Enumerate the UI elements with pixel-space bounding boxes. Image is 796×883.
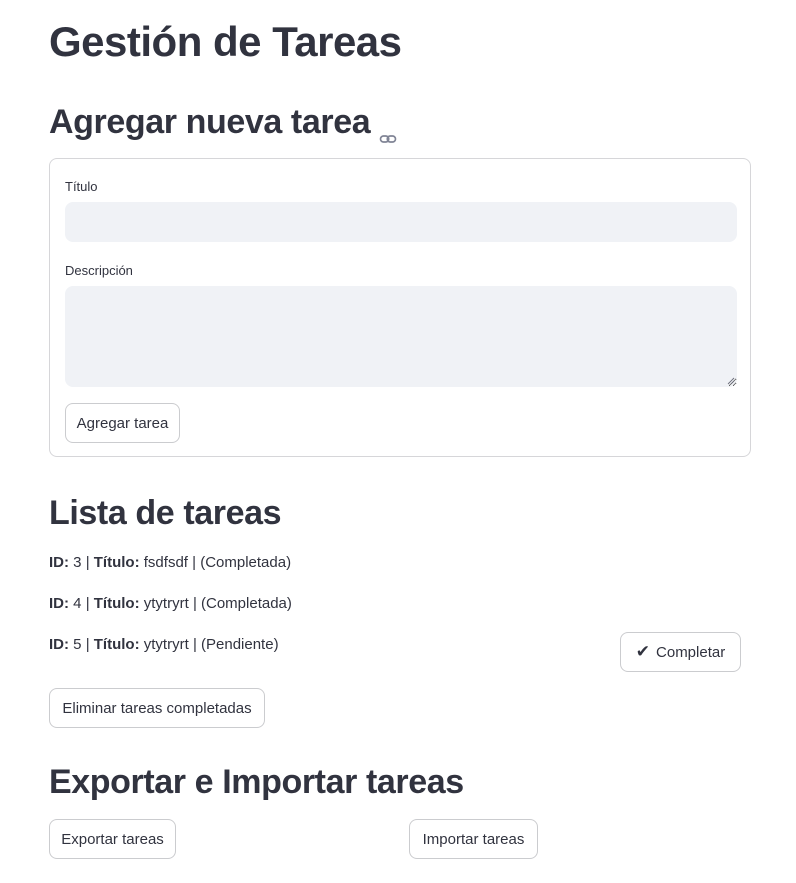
task-id: 3 — [73, 554, 82, 571]
add-task-button[interactable]: Agregar tarea — [65, 403, 180, 443]
add-task-heading: Agregar nueva tarea — [49, 100, 397, 144]
task-title: ytytryrt — [143, 636, 189, 653]
link-icon[interactable] — [379, 115, 397, 143]
task-separator: | — [192, 636, 197, 653]
task-title: ytytryrt — [143, 595, 189, 612]
task-separator: | — [85, 595, 90, 612]
task-id-label: ID: — [49, 554, 69, 571]
description-field-label: Descripción — [65, 263, 133, 278]
task-separator: | — [85, 554, 90, 571]
resize-grip-icon[interactable] — [727, 377, 735, 385]
export-tasks-button[interactable]: Exportar tareas — [49, 819, 176, 859]
task-title-label: Título: — [93, 636, 140, 653]
page-title: Gestión de Tareas — [49, 18, 402, 65]
task-separator: | — [192, 595, 197, 612]
task-id-label: ID: — [49, 595, 69, 612]
task-status: (Pendiente) — [201, 636, 279, 653]
task-separator: | — [192, 554, 197, 571]
delete-completed-button[interactable]: Eliminar tareas completadas — [49, 688, 265, 728]
task-id: 4 — [73, 595, 82, 612]
task-id-label: ID: — [49, 636, 69, 653]
task-status: (Completada) — [200, 554, 292, 571]
task-title-label: Título: — [93, 595, 140, 612]
title-input[interactable] — [65, 202, 737, 242]
complete-task-button[interactable]: ✔ Completar — [620, 632, 741, 672]
add-task-form: Título Descripción Agregar tarea — [49, 158, 751, 457]
task-status: (Completada) — [201, 595, 292, 612]
task-row: ID: 5 | Título: ytytryrt | (Pendiente) — [49, 634, 279, 656]
description-textarea[interactable] — [65, 286, 737, 387]
check-icon: ✔ — [635, 642, 651, 661]
task-list-heading: Lista de tareas — [49, 494, 282, 532]
task-row: ID: 3 | Título: fsdfsdf | (Completada) — [49, 552, 291, 574]
title-field-label: Título — [65, 179, 98, 194]
task-title: fsdfsdf — [143, 554, 188, 571]
export-import-heading: Exportar e Importar tareas — [49, 763, 464, 801]
task-row: ID: 4 | Título: ytytryrt | (Completada) — [49, 593, 292, 615]
import-tasks-button[interactable]: Importar tareas — [409, 819, 538, 859]
task-separator: | — [85, 636, 90, 653]
task-title-label: Título: — [93, 554, 140, 571]
complete-task-button-label: Completar — [656, 643, 726, 661]
add-task-heading-text: Agregar nueva tarea — [49, 103, 371, 141]
task-id: 5 — [73, 636, 82, 653]
description-wrapper — [50, 286, 752, 387]
